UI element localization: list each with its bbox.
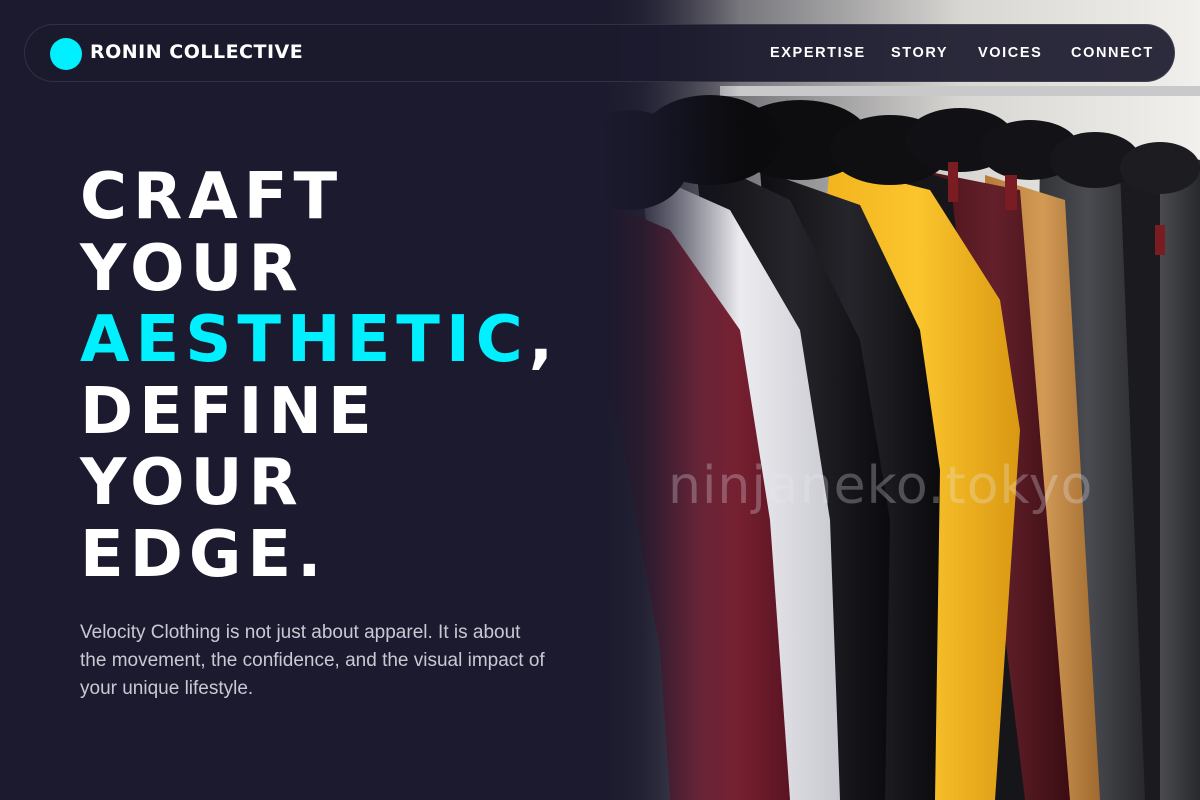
headline-line-accent: AESTHETIC, xyxy=(80,303,560,377)
top-navbar: RONIN COLLECTIVE EXPERTISE STORY VOICES … xyxy=(24,24,1175,82)
headline-line: DEFINE xyxy=(80,374,378,449)
headline-line: YOUR xyxy=(80,446,304,520)
hero-image-fade xyxy=(600,0,740,800)
nav-link-expertise[interactable]: EXPERTISE xyxy=(770,45,866,61)
headline-line: EDGE. xyxy=(80,517,328,592)
headline-line: CRAFT xyxy=(80,160,344,234)
nav-link-story[interactable]: STORY xyxy=(891,45,948,61)
brand-name[interactable]: RONIN COLLECTIVE xyxy=(90,41,303,63)
cyan-circle-icon[interactable] xyxy=(50,38,82,70)
headline-comma: , xyxy=(528,303,560,377)
headline-line: YOUR xyxy=(80,231,304,306)
nav-link-connect[interactable]: CONNECT xyxy=(1071,45,1154,61)
image-watermark: ninjaneko.tokyo xyxy=(668,456,1094,516)
hero-description: Velocity Clothing is not just about appa… xyxy=(80,622,545,699)
headline-accent-word: AESTHETIC xyxy=(80,303,529,377)
hero-headline: CRAFT YOUR AESTHETIC, DEFINE YOUR EDGE. xyxy=(80,160,560,592)
nav-link-voices[interactable]: VOICES xyxy=(978,45,1042,61)
